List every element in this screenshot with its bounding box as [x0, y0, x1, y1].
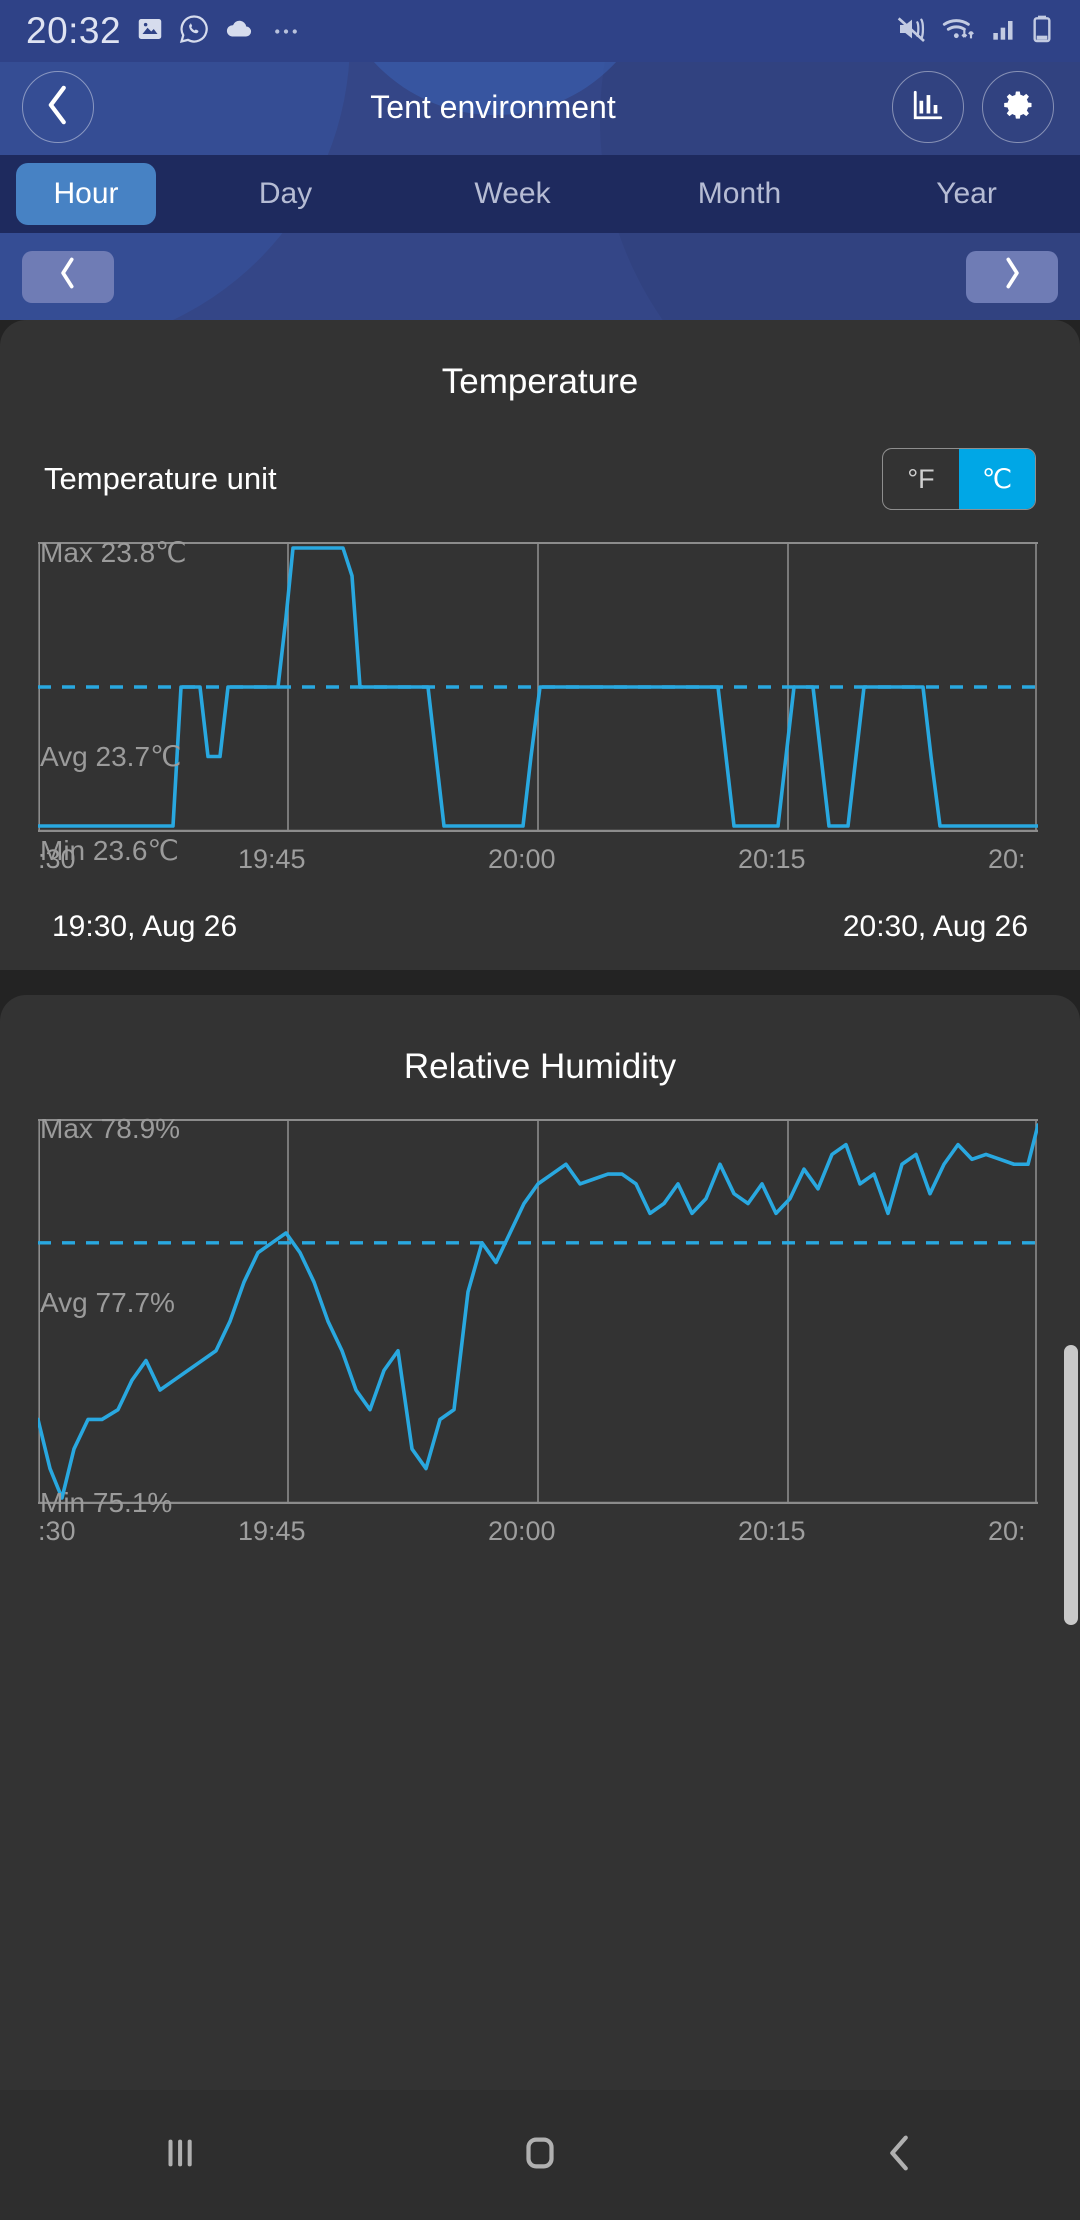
humidity-tick-2: 20:00	[488, 1516, 556, 1546]
title-bar: Tent environment	[0, 62, 1080, 152]
whatsapp-icon	[179, 14, 209, 49]
title-actions	[892, 71, 1054, 143]
period-pager	[0, 233, 1080, 320]
humidity-avg-label: Avg 77.7%	[40, 1287, 175, 1318]
back-button[interactable]	[720, 2130, 1080, 2181]
gear-icon	[1000, 87, 1036, 128]
chevron-left-icon	[59, 257, 77, 297]
humidity-axis-labels: :30 19:45 20:00 20:15 20:	[0, 1516, 1080, 1560]
humidity-plot-svg	[38, 1119, 1038, 1504]
humidity-chart: Max 78.9% Avg 77.7% Min 75.1%:30 19:45 …	[0, 1113, 1080, 1560]
tab-year[interactable]: Year	[853, 177, 1080, 211]
temperature-card: Temperature Temperature unit °F ℃ Max 23…	[0, 320, 1080, 970]
temperature-tick-1: 19:45	[238, 844, 306, 874]
unit-option-fahrenheit[interactable]: °F	[883, 449, 959, 509]
photos-icon	[135, 14, 165, 49]
vertical-scrollbar[interactable]	[1064, 1345, 1078, 1625]
recents-button[interactable]	[0, 2130, 360, 2181]
more-icon	[269, 14, 303, 49]
tab-month[interactable]: Month	[626, 177, 853, 211]
scroll-content[interactable]: Temperature Temperature unit °F ℃ Max 23…	[0, 320, 1080, 2220]
humidity-max-label: Max 78.9%	[40, 1113, 181, 1144]
tab-day[interactable]: Day	[172, 177, 399, 211]
status-bar-right	[895, 13, 1054, 50]
period-tabs: Hour Day Week Month Year	[0, 155, 1080, 233]
temperature-chart: Max 23.8℃ Avg 23.7℃ Min 23.6℃:30 19:45 …	[0, 537, 1080, 944]
temperature-avg-label: Avg 23.7℃	[40, 741, 182, 772]
temperature-range-start: 19:30, Aug 26	[52, 910, 238, 943]
page-title: Tent environment	[370, 88, 616, 125]
temperature-range-end: 20:30, Aug 26	[842, 910, 1028, 943]
status-bar-left: 20:32	[26, 10, 303, 52]
temperature-unit-row: Temperature unit °F ℃	[0, 448, 1080, 510]
temperature-tick-3: 20:15	[738, 844, 806, 874]
temperature-title: Temperature	[441, 362, 639, 401]
signal-icon	[989, 13, 1019, 50]
unit-option-celsius[interactable]: ℃	[959, 449, 1035, 509]
cloud-icon	[223, 14, 255, 49]
humidity-tick-0: :30	[38, 1516, 76, 1546]
status-clock: 20:32	[26, 10, 122, 51]
chevron-left-icon	[45, 85, 71, 130]
humidity-min-label: Min 75.1%	[40, 1487, 173, 1518]
temperature-min-label: Min 23.6℃	[40, 835, 179, 866]
temperature-tick-4: 20:	[988, 844, 1026, 874]
temperature-plot[interactable]	[38, 542, 1080, 832]
bar-chart-icon	[911, 88, 945, 127]
temperature-plot-svg	[38, 542, 1038, 832]
humidity-card: Relative Humidity Max 78.9% Avg 77.7% Mi…	[0, 995, 1080, 2220]
temperature-tick-2: 20:00	[488, 844, 556, 874]
chart-view-button[interactable]	[892, 71, 964, 143]
wifi-icon	[940, 13, 978, 50]
settings-button[interactable]	[982, 71, 1054, 143]
temperature-range-row: 19:30, Aug 26 20:30, Aug 26	[0, 910, 1080, 944]
chevron-right-icon	[1003, 257, 1021, 297]
home-button[interactable]	[360, 2130, 720, 2181]
temperature-max-label: Max 23.8℃	[40, 537, 187, 568]
recents-icon	[157, 2130, 203, 2181]
humidity-plot[interactable]	[38, 1119, 1080, 1504]
back-icon	[877, 2130, 923, 2181]
home-icon	[517, 2130, 563, 2181]
humidity-title: Relative Humidity	[403, 1047, 677, 1086]
system-navigation-bar	[0, 2090, 1080, 2220]
temperature-unit-label: Temperature unit	[44, 461, 277, 496]
status-bar: 20:32	[0, 0, 1080, 62]
tab-hour[interactable]: Hour	[16, 163, 156, 225]
humidity-tick-4: 20:	[988, 1516, 1026, 1546]
battery-icon	[1030, 13, 1054, 50]
back-button[interactable]	[22, 71, 94, 143]
temperature-unit-toggle[interactable]: °F ℃	[882, 448, 1036, 510]
humidity-tick-1: 19:45	[238, 1516, 306, 1546]
vibrate-icon	[895, 13, 929, 50]
humidity-tick-3: 20:15	[738, 1516, 806, 1546]
previous-period-button[interactable]	[22, 250, 114, 303]
next-period-button[interactable]	[966, 250, 1058, 303]
tab-week[interactable]: Week	[399, 177, 626, 211]
